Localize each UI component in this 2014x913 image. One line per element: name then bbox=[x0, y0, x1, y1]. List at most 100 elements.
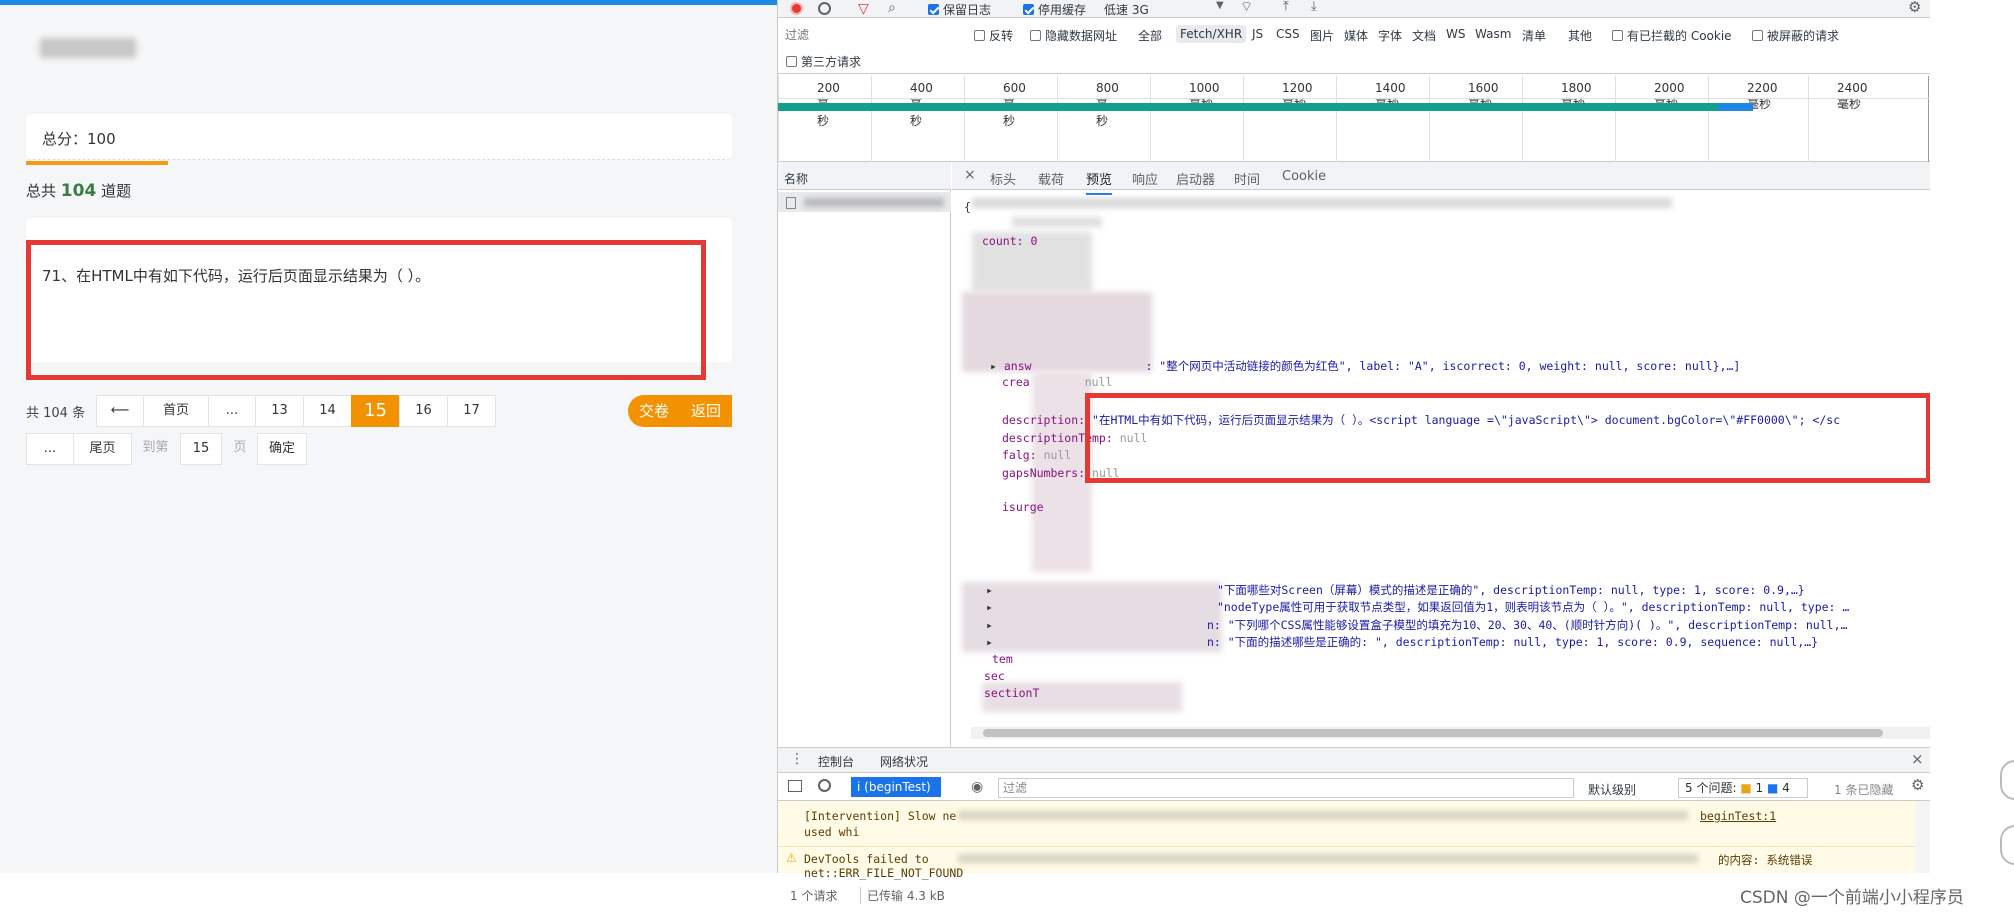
type-filter-js[interactable]: JS bbox=[1252, 27, 1263, 41]
tab-console[interactable]: 控制台 bbox=[818, 753, 855, 775]
expand-arrow-icon[interactable]: ▸ bbox=[986, 600, 993, 614]
code-line[interactable]: ▸ n: "下面的描述哪些是正确的: ", descriptionTemp: nu… bbox=[986, 634, 1818, 650]
preserve-log-toggle[interactable]: 保留日志 bbox=[928, 1, 991, 18]
tab-response[interactable]: 响应 bbox=[1132, 169, 1158, 188]
code-key: tem bbox=[992, 652, 1013, 666]
submit-exam-button[interactable]: 交卷 bbox=[628, 395, 680, 427]
log-level-select[interactable]: 默认级别 bbox=[1588, 781, 1636, 798]
blocked-cookies-toggle[interactable]: 有已拦截的 Cookie bbox=[1612, 27, 1732, 44]
console-source-link[interactable]: beginTest:1 bbox=[1700, 809, 1776, 823]
page-button[interactable]: 13 bbox=[255, 395, 304, 427]
blurred-request-name bbox=[804, 198, 944, 207]
code-line[interactable]: ▸ answ : "整个网页中活动链接的颜色为红色", label: "A", … bbox=[990, 358, 1740, 374]
type-filter-other[interactable]: 其他 bbox=[1568, 27, 1592, 44]
horizontal-scrollbar[interactable] bbox=[971, 727, 1931, 739]
close-icon[interactable]: × bbox=[964, 167, 976, 183]
code-value: "下面哪些对Screen（屏幕）模式的描述是正确的", descriptionT… bbox=[1216, 583, 1805, 597]
issues-warn-count: 1 bbox=[1755, 781, 1764, 795]
close-drawer-icon[interactable]: × bbox=[1911, 750, 1924, 768]
tab-initiator[interactable]: 启动器 bbox=[1176, 169, 1215, 188]
tab-timing[interactable]: 时间 bbox=[1234, 169, 1260, 188]
disable-cache-toggle[interactable]: 停用缓存 bbox=[1023, 1, 1086, 18]
console-settings-icon[interactable]: ⚙ bbox=[1911, 776, 1924, 794]
gear-icon[interactable]: ⚙ bbox=[1908, 0, 1921, 16]
confirm-goto-button[interactable]: 确定 bbox=[257, 433, 307, 465]
type-filter-ws[interactable]: WS bbox=[1446, 27, 1465, 41]
expand-arrow-icon[interactable]: ▸ bbox=[990, 359, 997, 373]
hide-data-urls-toggle[interactable]: 隐藏数据网址 bbox=[1030, 27, 1117, 44]
floating-link-icon[interactable] bbox=[2000, 825, 2014, 865]
code-line: { bbox=[964, 200, 971, 214]
chevron-down-icon: ▼ bbox=[1216, 0, 1224, 11]
code-line[interactable]: ▸ n: "下列哪个CSS属性能够设置盒子模型的填充为10、20、30、40、(顺… bbox=[986, 617, 1847, 633]
type-filter-manifest[interactable]: 清单 bbox=[1522, 27, 1546, 44]
code-line: sectionT bbox=[984, 686, 1039, 700]
tab-payload[interactable]: 载荷 bbox=[1038, 169, 1064, 188]
invert-toggle[interactable]: 反转 bbox=[974, 27, 1013, 44]
third-party-toggle[interactable]: 第三方请求 bbox=[786, 53, 861, 70]
pagination-ellipsis[interactable]: ... bbox=[208, 395, 256, 427]
type-filter-fetch-xhr[interactable]: Fetch/XHR bbox=[1176, 25, 1247, 43]
type-filter-font[interactable]: 字体 bbox=[1378, 27, 1402, 44]
code-key: gapsNumbers: bbox=[1002, 466, 1086, 480]
console-scrollbar[interactable] bbox=[1915, 801, 1931, 873]
blocked-requests-toggle[interactable]: 被屏蔽的请求 bbox=[1752, 27, 1839, 44]
progress-indicator bbox=[26, 161, 168, 165]
network-timeline[interactable]: 200 毫秒 400 毫秒 600 毫秒 800 毫秒 1000 毫秒 1200… bbox=[778, 74, 1931, 162]
type-filter-doc[interactable]: 文档 bbox=[1412, 27, 1436, 44]
search-icon[interactable]: ⌕ bbox=[888, 0, 896, 16]
record-icon[interactable] bbox=[790, 2, 803, 15]
timeline-tick: 200 毫秒 bbox=[778, 76, 840, 162]
clear-icon[interactable] bbox=[818, 2, 831, 15]
blocked-cookies-label: 有已拦截的 Cookie bbox=[1627, 29, 1732, 43]
tab-headers[interactable]: 标头 bbox=[990, 169, 1016, 188]
timeline-tick: 2400 毫秒 bbox=[1808, 76, 1868, 162]
scrollbar-thumb[interactable] bbox=[983, 729, 1883, 737]
code-line[interactable]: ▸ "下面哪些对Screen（屏幕）模式的描述是正确的", description… bbox=[986, 582, 1805, 598]
tab-preview[interactable]: 预览 bbox=[1086, 169, 1113, 195]
more-vertical-icon[interactable]: ⋮ bbox=[790, 751, 804, 767]
expand-arrow-icon[interactable]: ▸ bbox=[986, 635, 993, 649]
tab-cookies[interactable]: Cookie bbox=[1282, 169, 1326, 184]
blurred-console-text bbox=[958, 811, 1688, 820]
name-header[interactable]: 名称 bbox=[778, 162, 951, 190]
throttle-select[interactable]: 低速 3G bbox=[1104, 1, 1149, 18]
timeline-tick-label: 2400 毫秒 bbox=[1837, 81, 1868, 111]
console-filter-input[interactable]: 过滤 bbox=[998, 778, 1574, 798]
filter-input[interactable] bbox=[782, 25, 962, 45]
wifi-settings-icon[interactable]: ⌔ bbox=[1240, 0, 1253, 16]
prev-page-button[interactable]: ⟵ bbox=[96, 395, 144, 427]
floating-widget-icon[interactable] bbox=[2000, 760, 2014, 800]
request-row[interactable] bbox=[778, 192, 951, 212]
expand-arrow-icon[interactable]: ▸ bbox=[986, 583, 993, 597]
pagination-ellipsis[interactable]: ... bbox=[26, 433, 74, 465]
back-button[interactable]: 返回 bbox=[680, 395, 732, 427]
issues-button[interactable]: 5 个问题: ■ 1 ■ 4 bbox=[1678, 778, 1808, 798]
type-filter-css[interactable]: CSS bbox=[1276, 27, 1300, 41]
page-button-current[interactable]: 15 bbox=[351, 395, 400, 427]
expand-arrow-icon[interactable]: ▸ bbox=[986, 618, 993, 632]
tab-network-conditions[interactable]: 网络状况 bbox=[880, 753, 928, 770]
type-filter-img[interactable]: 图片 bbox=[1310, 27, 1334, 44]
filter-icon[interactable]: ▽ bbox=[858, 1, 869, 17]
page-button[interactable]: 14 bbox=[303, 395, 352, 427]
warning-icon: ⚠ bbox=[786, 851, 797, 865]
last-page-button[interactable]: 尾页 bbox=[73, 433, 132, 465]
clear-console-icon[interactable] bbox=[818, 779, 831, 792]
warning-icon: ■ bbox=[1740, 781, 1752, 795]
request-count: 1 个请求 bbox=[790, 889, 838, 903]
invert-label: 反转 bbox=[989, 29, 1014, 43]
sidebar-toggle-icon[interactable] bbox=[788, 780, 802, 792]
page-button[interactable]: 17 bbox=[447, 395, 496, 427]
page-button[interactable]: 16 bbox=[399, 395, 448, 427]
eye-icon[interactable]: ◉ bbox=[971, 779, 983, 795]
context-selector[interactable]: i (beginTest) bbox=[851, 777, 941, 797]
type-filter-media[interactable]: 媒体 bbox=[1344, 27, 1368, 44]
goto-page-input[interactable]: 15 bbox=[180, 433, 222, 465]
download-icon[interactable]: ⤓ bbox=[1311, 0, 1317, 14]
code-line[interactable]: ▸ "nodeType属性可用于获取节点类型，如果返回值为1，则表明该节点为（ ）… bbox=[986, 599, 1849, 615]
first-page-button[interactable]: 首页 bbox=[143, 395, 209, 427]
upload-icon[interactable]: ⤒ bbox=[1283, 0, 1289, 14]
type-filter-wasm[interactable]: Wasm bbox=[1475, 27, 1511, 41]
type-filter-all[interactable]: 全部 bbox=[1138, 27, 1162, 44]
